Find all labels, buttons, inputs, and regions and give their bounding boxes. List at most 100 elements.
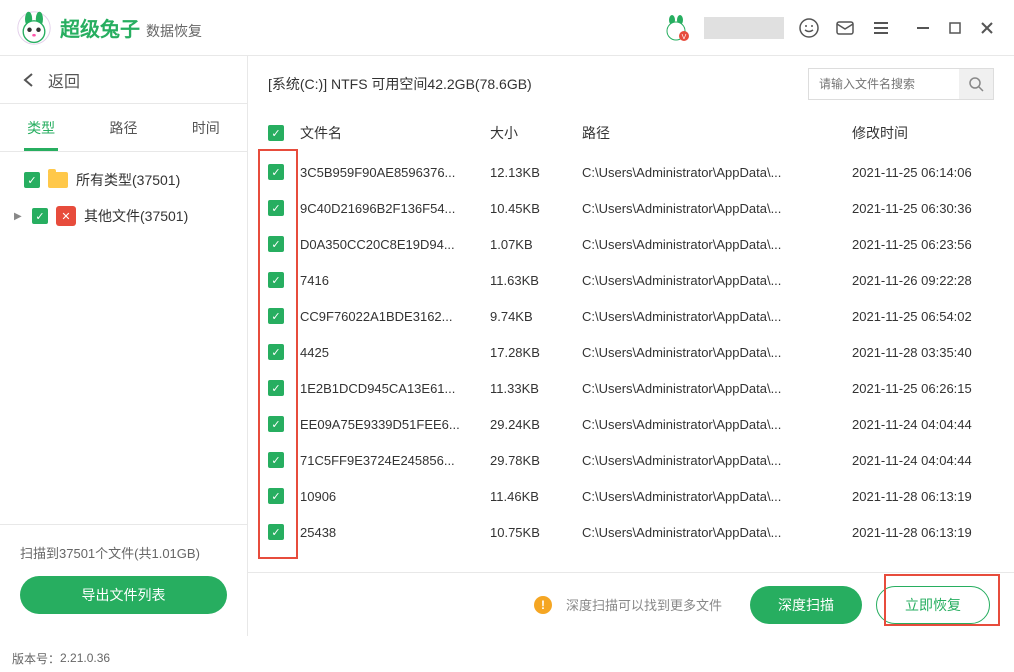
tree-label: 其他文件(37501) — [84, 206, 188, 226]
col-path-header[interactable]: 路径 — [582, 123, 852, 143]
tree-checkbox[interactable]: ✓ — [32, 208, 48, 224]
row-filename: 10906 — [300, 489, 490, 504]
row-path: C:\Users\Administrator\AppData\... — [582, 525, 852, 540]
table-row[interactable]: ✓ 7416 11.63KB C:\Users\Administrator\Ap… — [248, 262, 1014, 298]
row-size: 9.74KB — [490, 309, 582, 324]
table-row[interactable]: ✓ 71C5FF9E3724E245856... 29.78KB C:\User… — [248, 442, 1014, 478]
other-file-icon: ✕ — [56, 206, 76, 226]
row-path: C:\Users\Administrator\AppData\... — [582, 273, 852, 288]
back-button[interactable]: 返回 — [0, 56, 247, 104]
row-time: 2021-11-28 06:13:19 — [852, 525, 994, 540]
small-rabbit-icon: V — [662, 14, 690, 42]
row-filename: EE09A75E9339D51FEE6... — [300, 417, 490, 432]
row-time: 2021-11-28 03:35:40 — [852, 345, 994, 360]
row-size: 1.07KB — [490, 237, 582, 252]
table-row[interactable]: ✓ 3C5B959F90AE8596376... 12.13KB C:\User… — [248, 154, 1014, 190]
row-filename: 1E2B1DCD945CA13E61... — [300, 381, 490, 396]
minimize-button[interactable] — [912, 17, 934, 39]
back-label: 返回 — [48, 68, 80, 92]
close-button[interactable] — [976, 17, 998, 39]
table-row[interactable]: ✓ 10906 11.46KB C:\Users\Administrator\A… — [248, 478, 1014, 514]
row-checkbox[interactable]: ✓ — [268, 452, 284, 468]
row-path: C:\Users\Administrator\AppData\... — [582, 489, 852, 504]
row-time: 2021-11-25 06:26:15 — [852, 381, 994, 396]
user-info-obscured — [704, 17, 784, 39]
recover-button[interactable]: 立即恢复 — [876, 586, 990, 624]
scan-status: 扫描到37501个文件(共1.01GB) — [20, 543, 227, 562]
deep-scan-button[interactable]: 深度扫描 — [750, 586, 862, 624]
sidebar-footer: 扫描到37501个文件(共1.01GB) 导出文件列表 — [0, 524, 247, 636]
row-checkbox[interactable]: ✓ — [268, 380, 284, 396]
warn-text: 深度扫描可以找到更多文件 — [566, 595, 722, 614]
table-row[interactable]: ✓ 25438 10.75KB C:\Users\Administrator\A… — [248, 514, 1014, 550]
row-size: 10.45KB — [490, 201, 582, 216]
row-time: 2021-11-25 06:14:06 — [852, 165, 994, 180]
warn-icon: ! — [534, 596, 552, 614]
row-checkbox[interactable]: ✓ — [268, 236, 284, 252]
row-filename: D0A350CC20C8E19D94... — [300, 237, 490, 252]
search-button[interactable] — [959, 69, 993, 99]
table-row[interactable]: ✓ 4425 17.28KB C:\Users\Administrator\Ap… — [248, 334, 1014, 370]
row-path: C:\Users\Administrator\AppData\... — [582, 165, 852, 180]
content-area: [系统(C:)] NTFS 可用空间42.2GB(78.6GB) ✓ 文件名 大… — [248, 56, 1014, 636]
row-checkbox[interactable]: ✓ — [268, 488, 284, 504]
row-path: C:\Users\Administrator\AppData\... — [582, 345, 852, 360]
search-input[interactable] — [809, 69, 959, 99]
main-area: 返回 类型 路径 时间 ✓ 所有类型(37501) ▶ ✓ ✕ 其他文件(375… — [0, 56, 1014, 636]
svg-text:V: V — [682, 34, 687, 41]
row-checkbox[interactable]: ✓ — [268, 308, 284, 324]
menu-icon[interactable] — [870, 17, 892, 39]
tab-type[interactable]: 类型 — [0, 104, 82, 151]
row-path: C:\Users\Administrator\AppData\... — [582, 237, 852, 252]
folder-icon — [48, 172, 68, 188]
table-row[interactable]: ✓ 9C40D21696B2F136F54... 10.45KB C:\User… — [248, 190, 1014, 226]
tree-item-other[interactable]: ▶ ✓ ✕ 其他文件(37501) — [0, 198, 247, 234]
row-checkbox[interactable]: ✓ — [268, 524, 284, 540]
row-time: 2021-11-24 04:04:44 — [852, 453, 994, 468]
rabbit-icon — [16, 10, 52, 46]
tab-time[interactable]: 时间 — [165, 104, 247, 151]
logo-main: 超级兔子 — [60, 13, 140, 42]
col-name-header[interactable]: 文件名 — [300, 123, 490, 143]
version-label: 版本号： — [12, 650, 60, 667]
header-right: V — [662, 14, 998, 42]
table-row[interactable]: ✓ CC9F76022A1BDE3162... 9.74KB C:\Users\… — [248, 298, 1014, 334]
row-filename: 25438 — [300, 525, 490, 540]
col-size-header[interactable]: 大小 — [490, 123, 582, 143]
row-size: 29.24KB — [490, 417, 582, 432]
tree-item-all[interactable]: ✓ 所有类型(37501) — [0, 162, 247, 198]
row-size: 11.63KB — [490, 273, 582, 288]
row-path: C:\Users\Administrator\AppData\... — [582, 201, 852, 216]
select-all-checkbox[interactable]: ✓ — [268, 125, 284, 141]
sidebar-tabs: 类型 路径 时间 — [0, 104, 247, 152]
logo-sub: 数据恢复 — [146, 21, 202, 41]
search-icon — [968, 76, 984, 92]
logo-area: 超级兔子 数据恢复 — [16, 10, 662, 46]
content-footer: ! 深度扫描可以找到更多文件 深度扫描 立即恢复 — [248, 572, 1014, 636]
row-checkbox[interactable]: ✓ — [268, 416, 284, 432]
export-button[interactable]: 导出文件列表 — [20, 576, 227, 614]
table-body[interactable]: ✓ 3C5B959F90AE8596376... 12.13KB C:\User… — [248, 154, 1014, 572]
row-checkbox[interactable]: ✓ — [268, 344, 284, 360]
emoji-icon[interactable] — [798, 17, 820, 39]
expand-arrow-icon[interactable]: ▶ — [14, 211, 24, 222]
row-size: 11.46KB — [490, 489, 582, 504]
table-header: ✓ 文件名 大小 路径 修改时间 — [248, 112, 1014, 154]
tab-path[interactable]: 路径 — [82, 104, 164, 151]
row-size: 11.33KB — [490, 381, 582, 396]
logo-text: 超级兔子 数据恢复 — [60, 13, 202, 42]
search-box — [808, 68, 994, 100]
row-filename: 3C5B959F90AE8596376... — [300, 165, 490, 180]
table-row[interactable]: ✓ EE09A75E9339D51FEE6... 29.24KB C:\User… — [248, 406, 1014, 442]
version-value: 2.21.0.36 — [60, 651, 110, 665]
row-checkbox[interactable]: ✓ — [268, 164, 284, 180]
row-checkbox[interactable]: ✓ — [268, 200, 284, 216]
table-row[interactable]: ✓ D0A350CC20C8E19D94... 1.07KB C:\Users\… — [248, 226, 1014, 262]
table-row[interactable]: ✓ 1E2B1DCD945CA13E61... 11.33KB C:\Users… — [248, 370, 1014, 406]
row-checkbox[interactable]: ✓ — [268, 272, 284, 288]
drive-info: [系统(C:)] NTFS 可用空间42.2GB(78.6GB) — [268, 74, 796, 94]
maximize-button[interactable] — [944, 17, 966, 39]
tree-checkbox[interactable]: ✓ — [24, 172, 40, 188]
feedback-icon[interactable] — [834, 17, 856, 39]
col-time-header[interactable]: 修改时间 — [852, 123, 994, 143]
